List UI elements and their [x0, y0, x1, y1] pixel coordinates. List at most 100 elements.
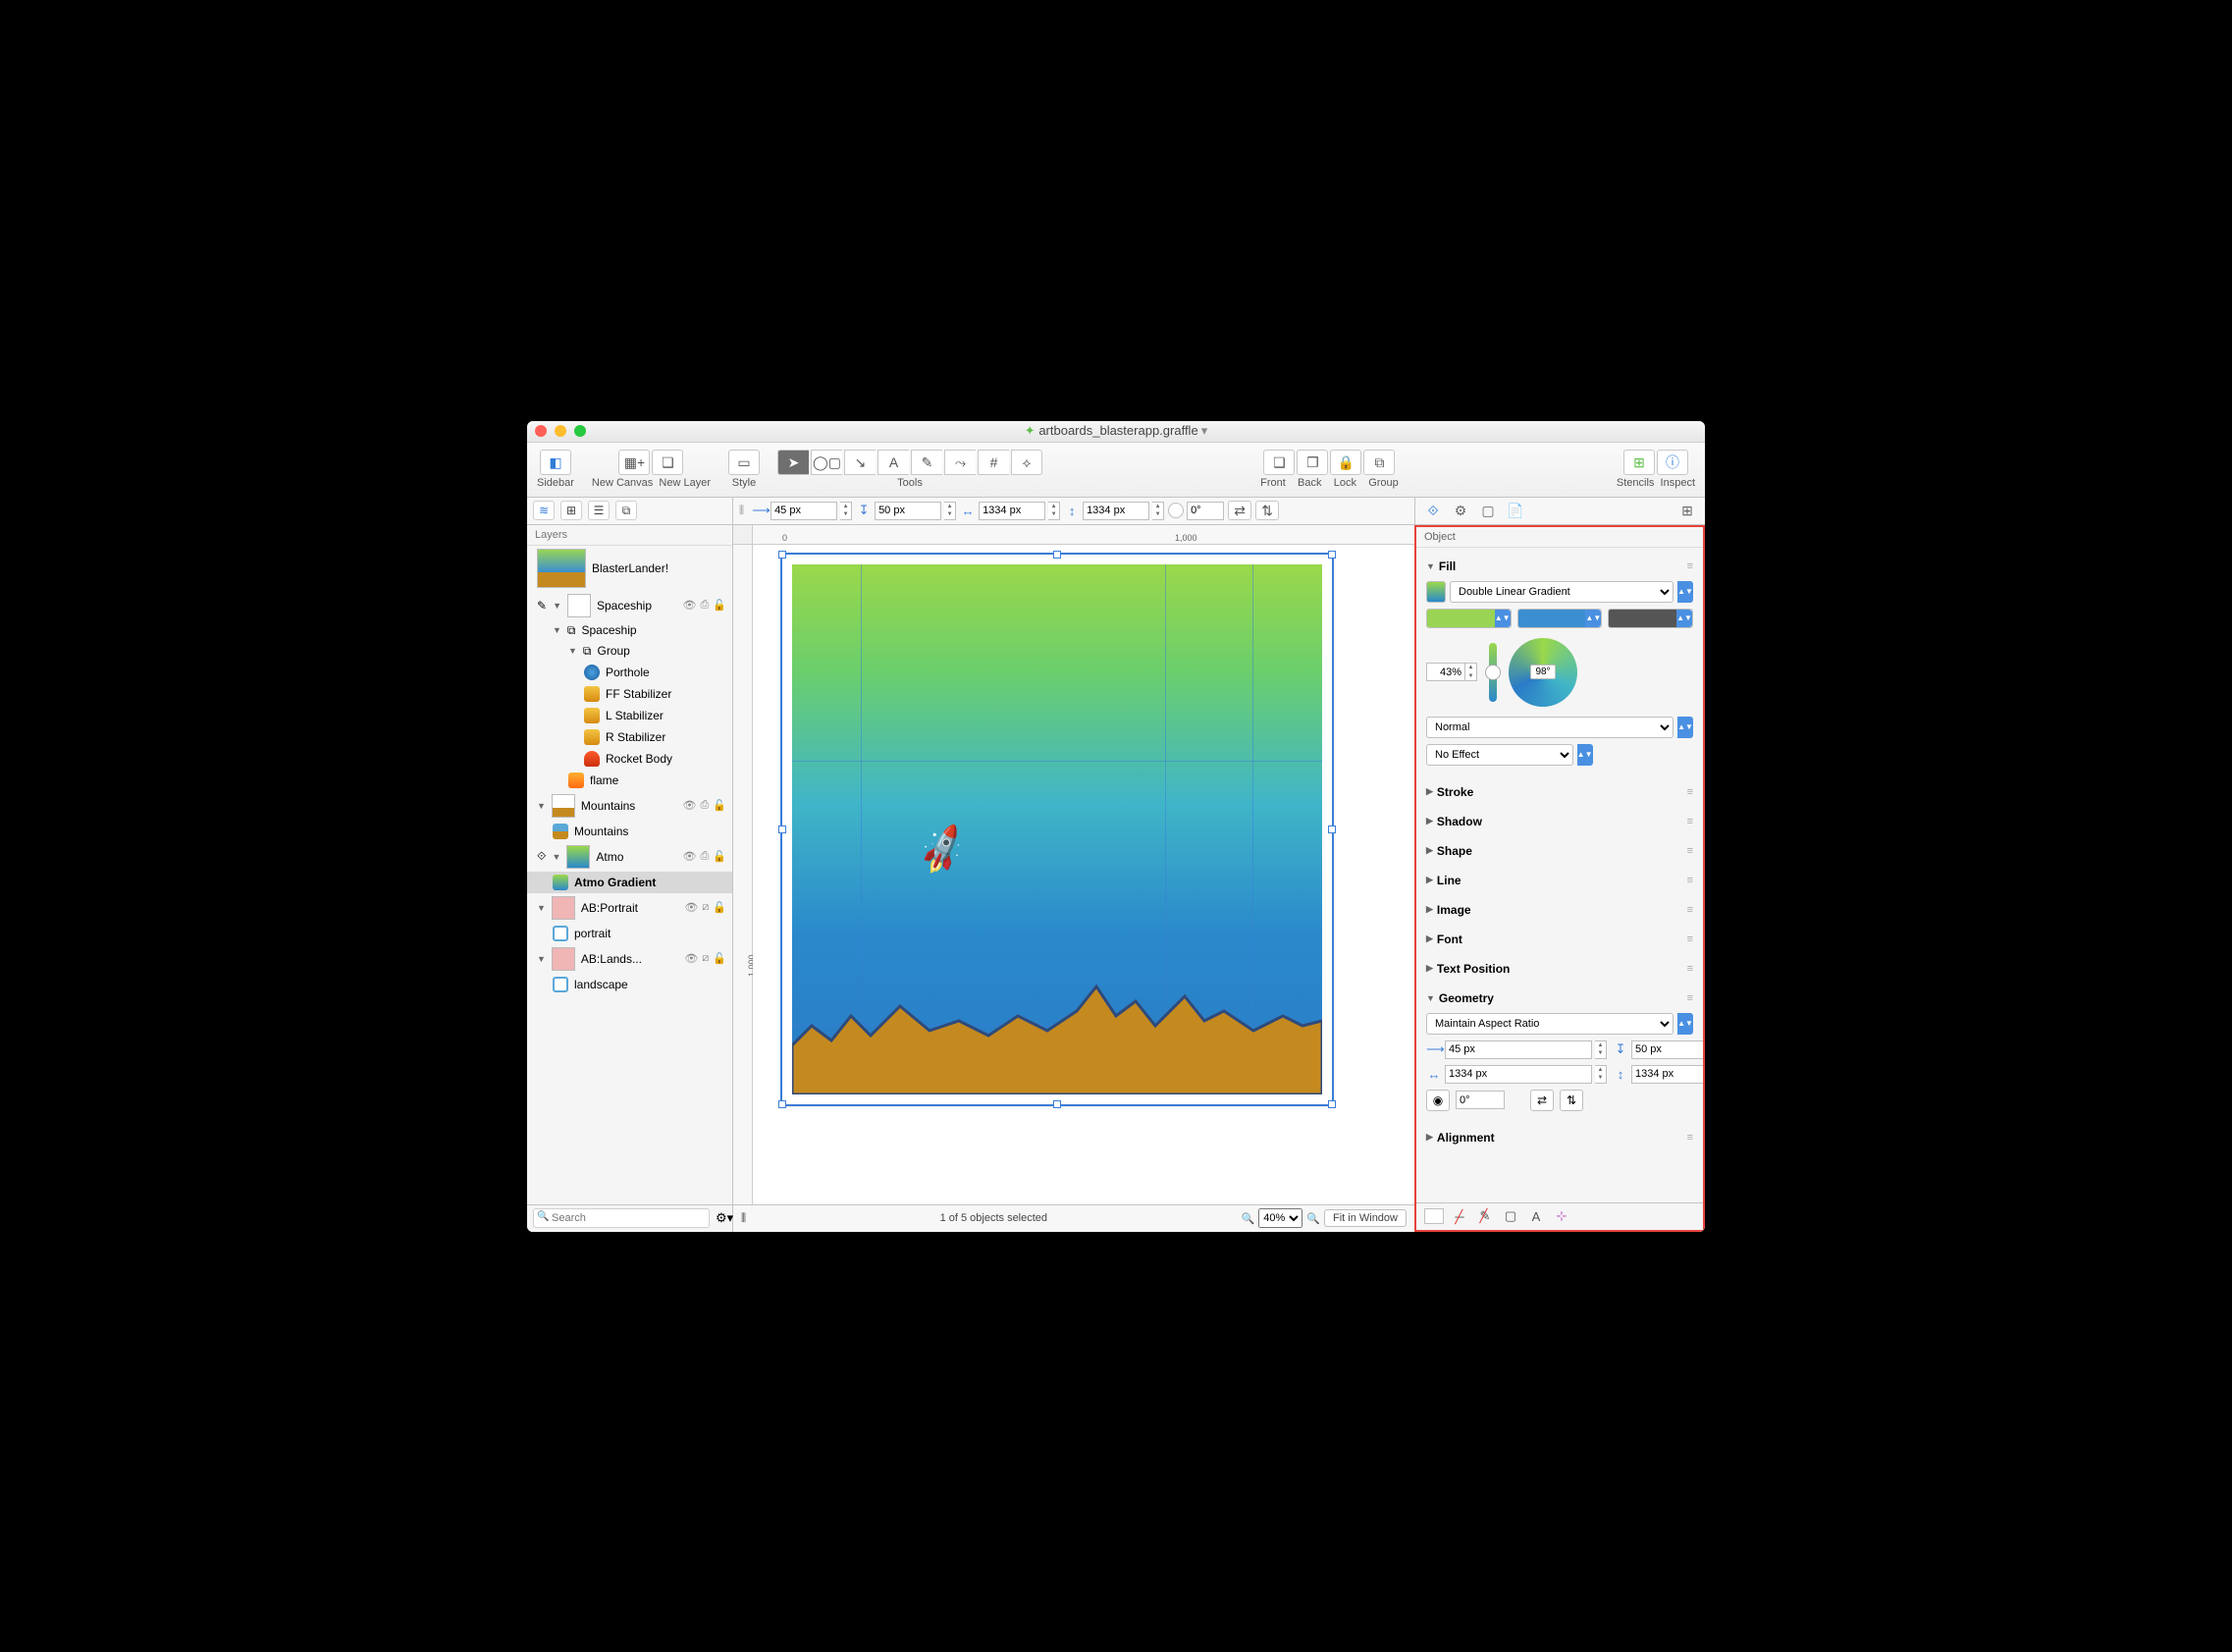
new-canvas-button[interactable]: ▦+ [618, 450, 650, 475]
ruler-toggle-icon[interactable]: ⫼ [739, 505, 744, 517]
stencil-browser-tab[interactable]: ⊞ [1675, 500, 1699, 521]
line-tool[interactable]: ↘ [844, 450, 876, 475]
group-button[interactable]: ⧉ [1363, 450, 1395, 475]
shape-porthole[interactable]: Porthole [527, 662, 732, 683]
text-position-header[interactable]: ▶Text Position≡ [1426, 958, 1693, 980]
group-inner[interactable]: ▼⧉Group [527, 641, 732, 662]
zoom-in-icon[interactable]: 🔍 [1306, 1212, 1320, 1225]
canvas-row[interactable]: BlasterLander! [527, 546, 732, 591]
flip-v-button[interactable]: ⇅ [1255, 501, 1279, 520]
shape-flame[interactable]: flame [527, 770, 732, 791]
flip-h-button[interactable]: ⇄ [1228, 501, 1251, 520]
image-header[interactable]: ▶Image≡ [1426, 899, 1693, 921]
stencils-button[interactable]: ⊞ [1623, 450, 1655, 475]
guides-tab[interactable]: ⊞ [560, 501, 582, 520]
geom-h-field[interactable]: ↕▲▼ [1613, 1065, 1703, 1084]
zoom-out-icon[interactable]: 🔍 [1242, 1212, 1255, 1225]
canvas-viewport[interactable]: 🚀 [753, 545, 1414, 1204]
selection-tab[interactable]: ⧉ [615, 501, 637, 520]
shape-header[interactable]: ▶Shape≡ [1426, 840, 1693, 862]
x-field[interactable]: ⟶▲▼ [752, 502, 852, 520]
select-stepper[interactable]: ▲▼ [1677, 581, 1693, 603]
zoom-window-button[interactable] [574, 425, 586, 437]
aspect-ratio-select[interactable]: Maintain Aspect Ratio [1426, 1013, 1674, 1035]
shape-portrait[interactable]: portrait [527, 923, 732, 944]
unlock-icon[interactable]: 🔓 [713, 599, 726, 612]
eye-icon[interactable]: 👁 [683, 599, 697, 612]
group-spaceship[interactable]: ▼⧉Spaceship [527, 620, 732, 641]
flip-h-button-insp[interactable]: ⇄ [1530, 1090, 1554, 1111]
geom-w-field[interactable]: ↔▲▼ [1426, 1065, 1607, 1084]
y-field[interactable]: ↧▲▼ [856, 502, 956, 520]
style-button[interactable]: ▭ [728, 450, 760, 475]
ruler-vertical[interactable]: 1,000 [733, 545, 753, 1204]
geom-y-field[interactable]: ↧▲▼ [1613, 1040, 1703, 1059]
layer-spaceship[interactable]: ✎ ▼ Spaceship 👁⎙🔓 [527, 591, 732, 620]
w-field[interactable]: ↔▲▼ [960, 502, 1060, 520]
ruler-corner[interactable] [733, 525, 753, 545]
geom-x-field[interactable]: ⟶▲▼ [1426, 1040, 1607, 1059]
layer-ab-portrait[interactable]: ▼ AB:Portrait 👁⧄🔓 [527, 893, 732, 923]
bring-front-button[interactable]: ❏ [1263, 450, 1295, 475]
style-well[interactable] [1424, 1208, 1444, 1224]
shadow-header[interactable]: ▶Shadow≡ [1426, 811, 1693, 832]
font-header[interactable]: ▶Font≡ [1426, 929, 1693, 950]
search-input[interactable] [533, 1208, 710, 1228]
gradient-color-2[interactable]: ▲▼ [1517, 609, 1603, 628]
blend-mode-select[interactable]: Normal [1426, 717, 1674, 738]
shape-tool-footer[interactable]: ▢ [1501, 1206, 1520, 1226]
print-icon[interactable]: ⎙ [700, 599, 709, 612]
artboard[interactable]: 🚀 [782, 555, 1332, 1104]
fill-type-select[interactable]: Double Linear Gradient [1450, 581, 1674, 603]
shape-r-stab[interactable]: R Stabilizer [527, 726, 732, 748]
rot-field[interactable] [1168, 502, 1224, 520]
text-tool[interactable]: A [877, 450, 909, 475]
toggle-sidebar-button[interactable]: ◧ [540, 450, 571, 475]
diagram-tool[interactable]: ⤳ [944, 450, 976, 475]
h-field[interactable]: ↕▲▼ [1064, 502, 1164, 520]
shape-landscape[interactable]: landscape [527, 974, 732, 995]
shape-atmo-gradient[interactable]: Atmo Gradient [527, 872, 732, 893]
close-window-button[interactable] [535, 425, 547, 437]
gradient-color-3[interactable]: ▲▼ [1608, 609, 1693, 628]
layer-mountains[interactable]: ▼ Mountains 👁⎙🔓 [527, 791, 732, 821]
rocket-shape[interactable]: 🚀 [914, 823, 973, 879]
gradient-midpoint[interactable]: ▲▼ [1426, 663, 1477, 681]
outline-tab[interactable]: ☰ [588, 501, 610, 520]
point-tool[interactable]: ⟡ [1011, 450, 1042, 475]
grip-icon[interactable]: ≡ [1687, 560, 1693, 572]
ruler-horizontal[interactable]: 0 1,000 [753, 525, 1414, 545]
no-fill-tool[interactable]: ─╱ [1450, 1206, 1469, 1226]
gear-menu-icon[interactable]: ⚙▾ [716, 1210, 733, 1226]
connections-tool[interactable]: ⊹ [1552, 1206, 1571, 1226]
geom-rot-field[interactable] [1456, 1090, 1524, 1111]
layer-atmo[interactable]: ⟐ ▼ Atmo 👁⎙🔓 [527, 842, 732, 872]
line-header[interactable]: ▶Line≡ [1426, 870, 1693, 891]
pen-tool[interactable]: ✎ [911, 450, 942, 475]
layer-ab-landscape[interactable]: ▼ AB:Lands... 👁⧄🔓 [527, 944, 732, 974]
stroke-header[interactable]: ▶Stroke≡ [1426, 781, 1693, 803]
inspect-button[interactable]: ⓘ [1657, 450, 1688, 475]
properties-inspector-tab[interactable]: ⚙ [1449, 500, 1472, 521]
send-back-button[interactable]: ❐ [1297, 450, 1328, 475]
text-tool-footer[interactable]: A [1526, 1206, 1546, 1226]
fill-effect-select[interactable]: No Effect [1426, 744, 1573, 766]
shape-mountains[interactable]: Mountains [527, 821, 732, 842]
object-inspector-tab[interactable]: ⟐ [1421, 500, 1445, 521]
flip-v-button-insp[interactable]: ⇅ [1560, 1090, 1583, 1111]
selection-tool[interactable]: ➤ [777, 450, 809, 475]
shape-rocket-body[interactable]: Rocket Body [527, 748, 732, 770]
mountains-shape[interactable] [792, 967, 1322, 1094]
no-stroke-tool[interactable]: ✎╱ [1475, 1206, 1495, 1226]
new-layer-button[interactable]: ❏ [652, 450, 683, 475]
minimize-window-button[interactable] [555, 425, 566, 437]
disclosure-icon[interactable]: ▼ [553, 601, 561, 611]
fill-header[interactable]: ▼Fill≡ [1426, 556, 1693, 577]
shape-ff-stab[interactable]: FF Stabilizer [527, 683, 732, 705]
alignment-header[interactable]: ▶Alignment≡ [1426, 1127, 1693, 1148]
lock-button[interactable]: 🔒 [1330, 450, 1361, 475]
artboard-tool[interactable]: # [978, 450, 1009, 475]
geometry-header[interactable]: ▼Geometry≡ [1426, 987, 1693, 1009]
layers-tab[interactable]: ≋ [533, 501, 555, 520]
presentation-icon[interactable]: ⫼ [741, 1212, 746, 1225]
